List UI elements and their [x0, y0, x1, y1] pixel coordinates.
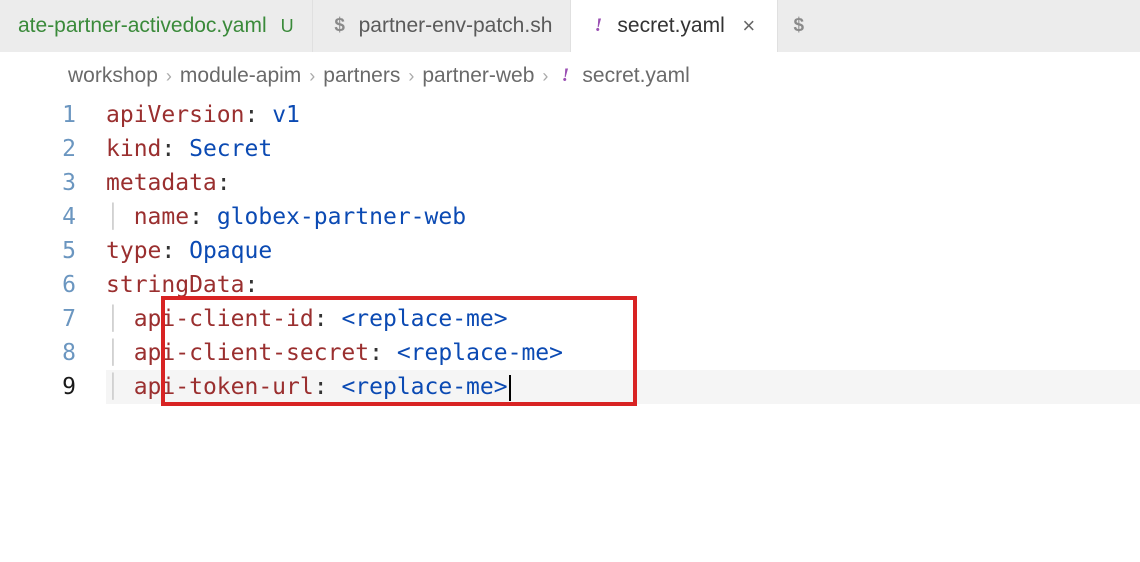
tab-secret[interactable]: ! secret.yaml × [571, 0, 777, 52]
breadcrumb-segment[interactable]: workshop [68, 64, 158, 88]
chevron-right-icon: › [166, 66, 172, 87]
yaml-icon: ! [589, 17, 607, 35]
code-line[interactable]: │ api-client-id: <replace-me> [106, 302, 1140, 336]
breadcrumb-segment[interactable]: module-apim [180, 64, 301, 88]
line-number: 9 [36, 370, 76, 404]
tab-modified-status: U [281, 16, 294, 37]
code-line[interactable]: stringData: [106, 268, 1140, 302]
code-lines[interactable]: apiVersion: v1kind: Secretmetadata:│ nam… [106, 98, 1140, 404]
yaml-icon: ! [556, 67, 574, 85]
close-icon[interactable]: × [739, 13, 759, 39]
shell-icon: $ [331, 17, 349, 35]
line-number: 8 [36, 336, 76, 370]
code-line[interactable]: │ api-token-url: <replace-me> [106, 370, 1140, 404]
shell-icon: $ [790, 17, 808, 35]
tab-label: ate-partner-activedoc.yaml [18, 14, 267, 38]
code-line[interactable]: metadata: [106, 166, 1140, 200]
tab-env-patch[interactable]: $ partner-env-patch.sh [313, 0, 572, 52]
code-container: 123456789 apiVersion: v1kind: Secretmeta… [0, 98, 1140, 404]
chevron-right-icon: › [309, 66, 315, 87]
breadcrumb-segment[interactable]: partner-web [422, 64, 534, 88]
line-number: 6 [36, 268, 76, 302]
line-number: 3 [36, 166, 76, 200]
line-number-gutter: 123456789 [36, 98, 106, 404]
chevron-right-icon: › [542, 66, 548, 87]
code-area[interactable]: 123456789 apiVersion: v1kind: Secretmeta… [36, 98, 1140, 404]
text-cursor [509, 375, 511, 401]
editor-pane: workshop › module-apim › partners › part… [0, 52, 1140, 562]
line-number: 1 [36, 98, 76, 132]
code-line[interactable]: │ name: globex-partner-web [106, 200, 1140, 234]
code-line[interactable]: type: Opaque [106, 234, 1140, 268]
line-number: 5 [36, 234, 76, 268]
code-line[interactable]: │ api-client-secret: <replace-me> [106, 336, 1140, 370]
tab-label: partner-env-patch.sh [359, 14, 553, 38]
code-line[interactable]: kind: Secret [106, 132, 1140, 166]
code-line[interactable]: apiVersion: v1 [106, 98, 1140, 132]
tab-label: secret.yaml [617, 14, 724, 38]
breadcrumb[interactable]: workshop › module-apim › partners › part… [0, 52, 1140, 98]
breadcrumb-file[interactable]: secret.yaml [582, 64, 689, 88]
line-number: 2 [36, 132, 76, 166]
tabs-bar: ate-partner-activedoc.yaml U $ partner-e… [0, 0, 1140, 52]
breadcrumb-segment[interactable]: partners [323, 64, 400, 88]
tab-overflow[interactable]: $ [778, 0, 820, 52]
line-number: 4 [36, 200, 76, 234]
chevron-right-icon: › [408, 66, 414, 87]
tab-activedoc[interactable]: ate-partner-activedoc.yaml U [0, 0, 313, 52]
line-number: 7 [36, 302, 76, 336]
